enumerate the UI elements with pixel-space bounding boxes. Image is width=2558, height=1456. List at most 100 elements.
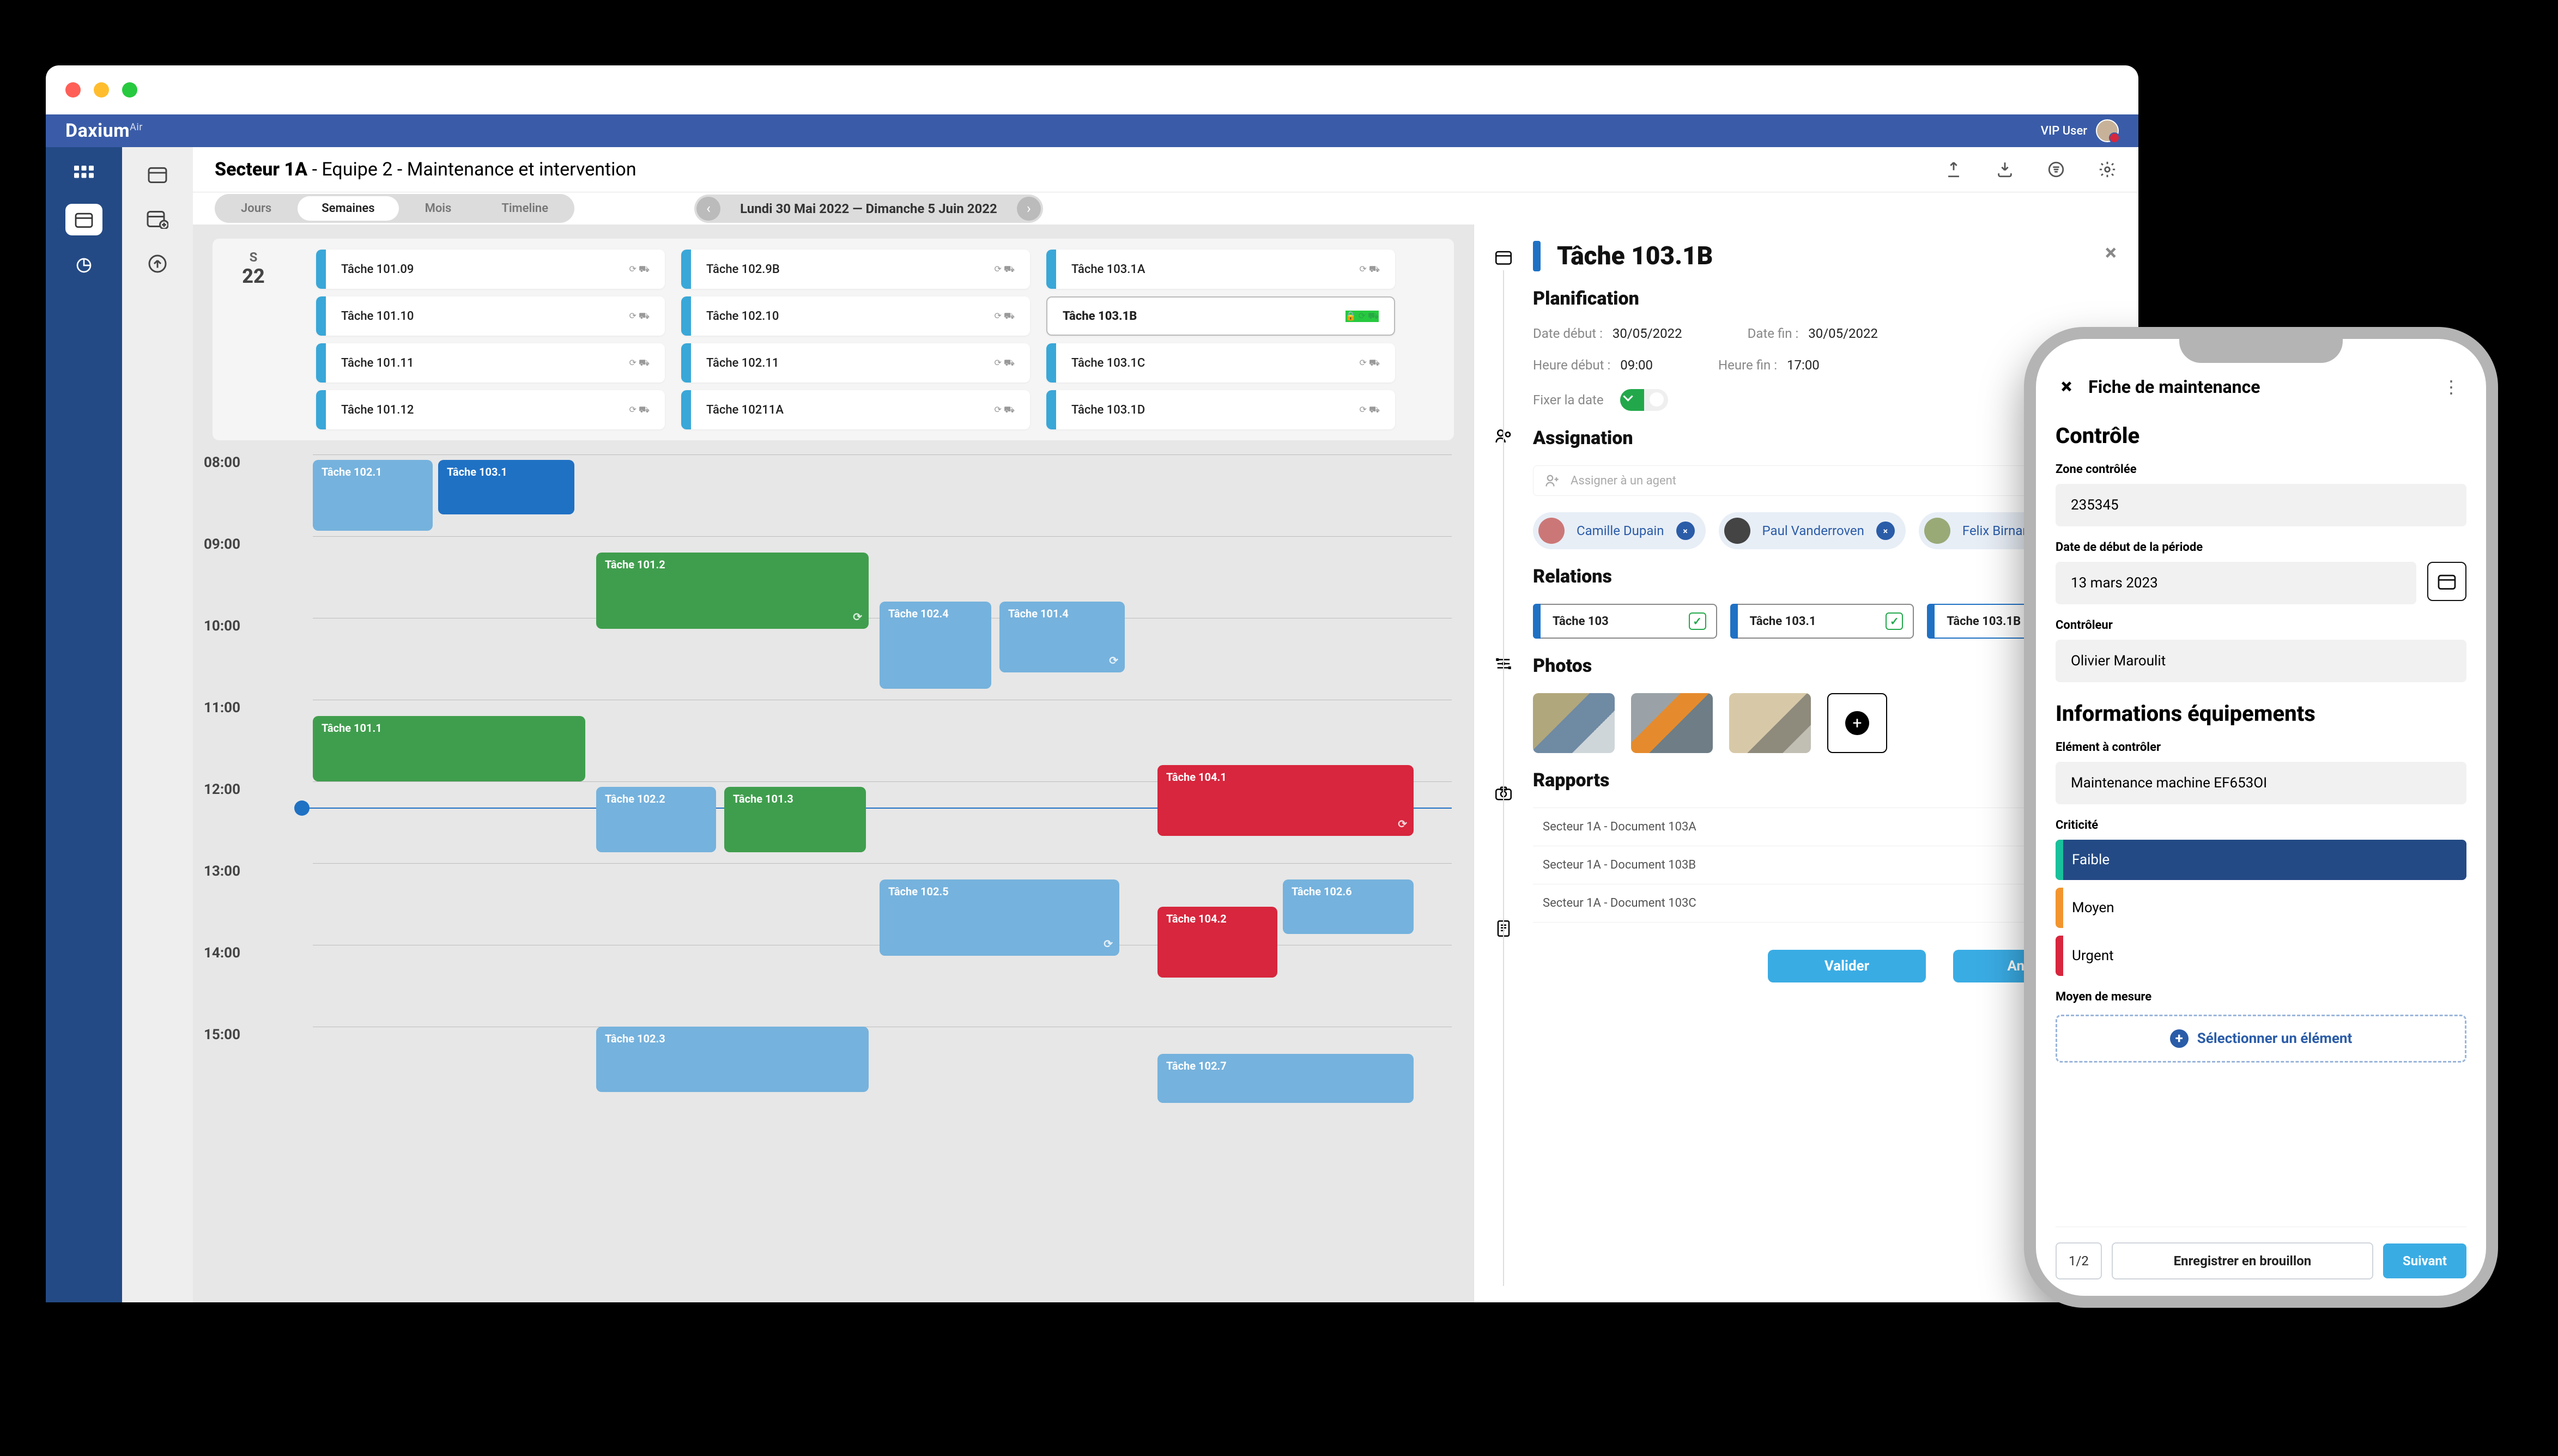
next-button[interactable]: Suivant	[2383, 1243, 2466, 1278]
next-week-button[interactable]: ›	[1017, 197, 1041, 221]
validate-button[interactable]: Valider	[1768, 950, 1926, 982]
subnav-calendar-add-icon[interactable]	[140, 206, 175, 232]
timeline-grid: 08:0009:0010:0011:00 12:0013:0014:0015:0…	[313, 454, 1452, 1108]
period-date-field[interactable]: 13 mars 2023	[2056, 562, 2416, 604]
element-label: Elément à contrôler	[2056, 741, 2466, 754]
save-draft-button[interactable]: Enregistrer en brouillon	[2112, 1242, 2373, 1279]
task-card[interactable]: Tâche 101.4⟳	[999, 602, 1125, 672]
unplanned-card[interactable]: Tâche 103.1A⟳ ⛟	[1046, 250, 1395, 289]
task-card[interactable]: Tâche 102.7	[1157, 1054, 1414, 1103]
tab-months[interactable]: Mois	[401, 196, 476, 221]
controller-label: Contrôleur	[2056, 618, 2466, 632]
close-panel-button[interactable]: ×	[2105, 240, 2117, 265]
settings-icon[interactable]	[2098, 160, 2117, 179]
card-status-icons: ⟳ ⛟	[1359, 264, 1380, 275]
unplanned-card[interactable]: Tâche 101.11⟳ ⛟	[316, 343, 665, 383]
app-window: DaxiumAir VIP User	[46, 65, 2138, 1302]
close-window-button[interactable]	[65, 82, 81, 98]
subnav-calendar-icon[interactable]	[140, 161, 175, 187]
criticity-option-mid[interactable]: Moyen	[2056, 888, 2466, 928]
mobile-close-button[interactable]: ×	[2061, 375, 2072, 399]
task-card[interactable]: Tâche 102.6	[1283, 879, 1414, 934]
relation-card[interactable]: Tâche 103✓	[1533, 604, 1717, 639]
day-indicator: S 22	[229, 250, 278, 429]
photo-thumbnail[interactable]	[1729, 693, 1811, 753]
lock-date-toggle[interactable]	[1620, 389, 1668, 411]
window-titlebar	[46, 65, 2138, 114]
zoom-window-button[interactable]	[122, 82, 137, 98]
minimize-window-button[interactable]	[94, 82, 109, 98]
unplanned-card[interactable]: Tâche 102.10⟳ ⛟	[681, 296, 1030, 336]
user-avatar[interactable]	[2096, 119, 2119, 142]
detail-accent-bar	[1533, 241, 1541, 271]
criticity-option-low[interactable]: Faible	[2056, 840, 2466, 880]
nav-pie-icon[interactable]	[65, 250, 102, 281]
mobile-section-equipment: Informations équipements	[2056, 701, 2466, 726]
element-field[interactable]: Maintenance machine EF653OI	[2056, 762, 2466, 804]
planning-heading: Planification	[1533, 288, 2111, 310]
tab-timeline[interactable]: Timeline	[477, 196, 572, 221]
task-card[interactable]: Tâche 104.2	[1157, 907, 1277, 978]
controller-field[interactable]: Olivier Maroulit	[2056, 640, 2466, 682]
unplanned-card[interactable]: Tâche 101.12⟳ ⛟	[316, 390, 665, 429]
add-photo-button[interactable]: +	[1827, 693, 1887, 753]
task-card[interactable]: Tâche 102.5⟳	[880, 879, 1119, 956]
download-icon[interactable]	[1996, 160, 2014, 179]
task-card[interactable]: Tâche 103.1	[438, 460, 574, 514]
task-card[interactable]: Tâche 104.1⟳	[1157, 765, 1414, 836]
detail-header: Tâche 103.1B	[1533, 241, 2111, 271]
unplanned-card-selected[interactable]: Tâche 103.1B🔒 ⟳ ⛟	[1046, 296, 1395, 336]
unplanned-card[interactable]: Tâche 10211A⟳ ⛟	[681, 390, 1030, 429]
assignee-chip[interactable]: Paul Vanderroven×	[1719, 512, 1906, 549]
nav-grid-icon[interactable]	[65, 158, 102, 190]
prev-week-button[interactable]: ‹	[696, 197, 720, 221]
mobile-section-control: Contrôle	[2056, 423, 2466, 448]
mobile-footer: 1/2 Enregistrer en brouillon Suivant	[2056, 1227, 2466, 1279]
measure-select-button[interactable]: + Sélectionner un élément	[2056, 1015, 2466, 1063]
photo-thumbnail[interactable]	[1631, 693, 1713, 753]
unplanned-card[interactable]: Tâche 102.11⟳ ⛟	[681, 343, 1030, 383]
task-card[interactable]: Tâche 101.3	[724, 787, 866, 852]
task-card[interactable]: Tâche 102.4	[880, 602, 991, 689]
card-status-icons: ⟳ ⛟	[629, 404, 650, 416]
task-card[interactable]: Tâche 102.1	[313, 460, 433, 531]
relation-card[interactable]: Tâche 103.1✓	[1730, 604, 1914, 639]
card-status-icons: ⟳ ⛟	[994, 357, 1015, 369]
check-icon: ✓	[1886, 612, 1903, 630]
card-status-icons-locked: 🔒 ⟳ ⛟	[1345, 311, 1379, 322]
task-card[interactable]: Tâche 102.3	[596, 1027, 869, 1092]
remove-chip-icon[interactable]: ×	[1876, 521, 1895, 540]
task-card[interactable]: Tâche 101.2⟳	[596, 553, 869, 629]
filter-icon[interactable]	[2047, 160, 2065, 179]
zone-label: Zone contrôlée	[2056, 463, 2466, 476]
card-status-icons: ⟳ ⛟	[994, 311, 1015, 322]
zone-field[interactable]: 235345	[2056, 484, 2466, 526]
unplanned-card[interactable]: Tâche 102.9B⟳ ⛟	[681, 250, 1030, 289]
task-badge-icon: ⟳	[1109, 654, 1118, 667]
card-status-icons: ⟳ ⛟	[629, 357, 650, 369]
unplanned-card[interactable]: Tâche 103.1D⟳ ⛟	[1046, 390, 1395, 429]
tab-weeks[interactable]: Semaines	[298, 196, 398, 221]
unplanned-card[interactable]: Tâche 103.1C⟳ ⛟	[1046, 343, 1395, 383]
card-status-icons: ⟳ ⛟	[629, 264, 650, 275]
planning-times: Heure début :09:00 Heure fin :17:00	[1533, 357, 2111, 373]
mobile-more-button[interactable]: ⋮	[2442, 377, 2461, 397]
unplanned-card[interactable]: Tâche 101.09⟳ ⛟	[316, 250, 665, 289]
unplanned-panel: S 22 Tâche 101.09⟳ ⛟ Tâche 101.10⟳ ⛟ Tâc…	[213, 239, 1454, 440]
task-badge-icon: ⟳	[1398, 817, 1407, 830]
nav-calendar-icon[interactable]	[65, 204, 102, 235]
tab-days[interactable]: Jours	[217, 196, 295, 221]
subnav-upload-icon[interactable]	[140, 251, 175, 277]
criticity-option-high[interactable]: Urgent	[2056, 936, 2466, 976]
photo-thumbnail[interactable]	[1533, 693, 1615, 753]
top-navbar: DaxiumAir VIP User	[46, 114, 2138, 147]
calendar-picker-button[interactable]	[2427, 562, 2466, 601]
unplanned-card[interactable]: Tâche 101.10⟳ ⛟	[316, 296, 665, 336]
assignee-chip[interactable]: Camille Dupain×	[1533, 512, 1706, 549]
export-icon[interactable]	[1944, 160, 1963, 179]
remove-chip-icon[interactable]: ×	[1676, 521, 1695, 540]
task-card[interactable]: Tâche 102.2	[596, 787, 716, 852]
period-tabs: Jours Semaines Mois Timeline	[215, 194, 574, 223]
calendar-icon	[2438, 573, 2456, 590]
task-card[interactable]: Tâche 101.1	[313, 716, 585, 781]
